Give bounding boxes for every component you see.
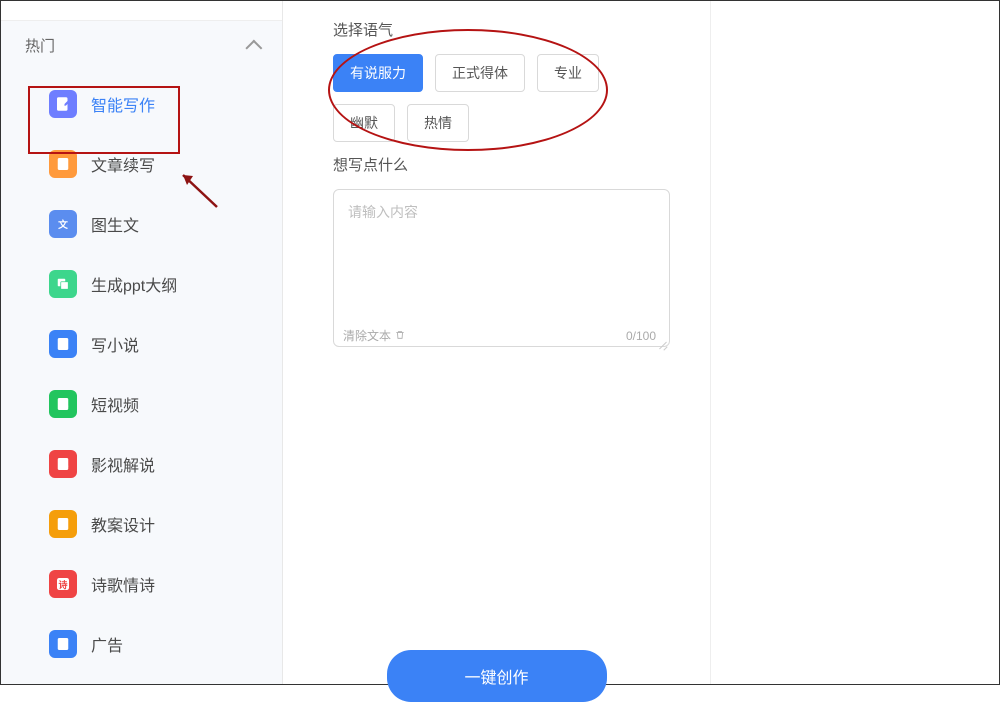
sidebar-item-label: 写小说 [91,332,139,356]
sidebar-item-6[interactable]: 影视解说 [1,434,282,494]
doc-lines-icon [49,630,77,658]
sidebar-item-2[interactable]: 文 图生文 [1,194,282,254]
content-label: 想写点什么 [333,154,670,175]
svg-text:文: 文 [58,218,68,231]
sidebar-item-label: 文章续写 [91,152,155,176]
sidebar-item-3[interactable]: 生成ppt大纲 [1,254,282,314]
result-column [711,1,999,684]
sidebar-item-label: 诗歌情诗 [91,572,155,596]
tone-button-0[interactable]: 有说服力 [333,54,423,92]
trash-icon [395,329,405,343]
sidebar-item-8[interactable]: 诗 诗歌情诗 [1,554,282,614]
chevron-up-icon [245,39,262,56]
sidebar-item-label: 广告 [91,632,123,656]
sidebar-item-label: 图生文 [91,212,139,236]
sidebar-list: 智能写作文章续写文 图生文生成ppt大纲写小说短视频影视解说教案设计诗 诗歌情诗广告 [1,70,282,678]
sidebar-item-label: 影视解说 [91,452,155,476]
textarea-wrap: 清除文本 0/100 [333,189,670,352]
form-column: 选择语气 有说服力正式得体专业幽默热情 想写点什么 清除文本 0/100 [283,1,711,684]
sidebar-item-5[interactable]: 短视频 [1,374,282,434]
sidebar: 热门 智能写作文章续写文 图生文生成ppt大纲写小说短视频影视解说教案设计诗 诗歌情… [1,1,283,684]
sidebar-item-label: 教案设计 [91,512,155,536]
sidebar-section-header[interactable]: 热门 [1,21,282,70]
translate-icon: 文 [49,210,77,238]
content-input[interactable] [333,189,670,347]
doc-char-icon: 诗 [49,570,77,598]
sidebar-item-1[interactable]: 文章续写 [1,134,282,194]
submit-wrap: 一键创作 [283,632,710,684]
svg-text:诗: 诗 [58,579,67,590]
sidebar-item-4[interactable]: 写小说 [1,314,282,374]
tone-button-3[interactable]: 幽默 [333,104,395,142]
sidebar-item-9[interactable]: 广告 [1,614,282,674]
tone-row: 有说服力正式得体专业幽默热情 [333,54,670,142]
tone-button-1[interactable]: 正式得体 [435,54,525,92]
clear-text-button[interactable]: 清除文本 [343,327,405,344]
sidebar-top-gap [1,1,282,21]
sidebar-item-label: 短视频 [91,392,139,416]
main-area: 选择语气 有说服力正式得体专业幽默热情 想写点什么 清除文本 0/100 [283,1,999,684]
sidebar-item-0[interactable]: 智能写作 [1,74,282,134]
sidebar-section-label: 热门 [25,35,55,56]
sidebar-item-7[interactable]: 教案设计 [1,494,282,554]
sidebar-item-label: 生成ppt大纲 [91,272,177,296]
clear-text-label: 清除文本 [343,327,391,344]
tone-label: 选择语气 [333,19,670,40]
tone-button-4[interactable]: 热情 [407,104,469,142]
doc-lines-icon [49,150,77,178]
doc-edit-icon [49,90,77,118]
doc-lines-icon [49,510,77,538]
doc-lines-icon [49,330,77,358]
submit-button[interactable]: 一键创作 [387,650,607,702]
resize-handle-icon[interactable] [654,336,668,350]
doc-play-icon [49,450,77,478]
doc-play-icon [49,390,77,418]
sidebar-item-label: 智能写作 [91,92,155,116]
tone-button-2[interactable]: 专业 [537,54,599,92]
layers-icon [49,270,77,298]
